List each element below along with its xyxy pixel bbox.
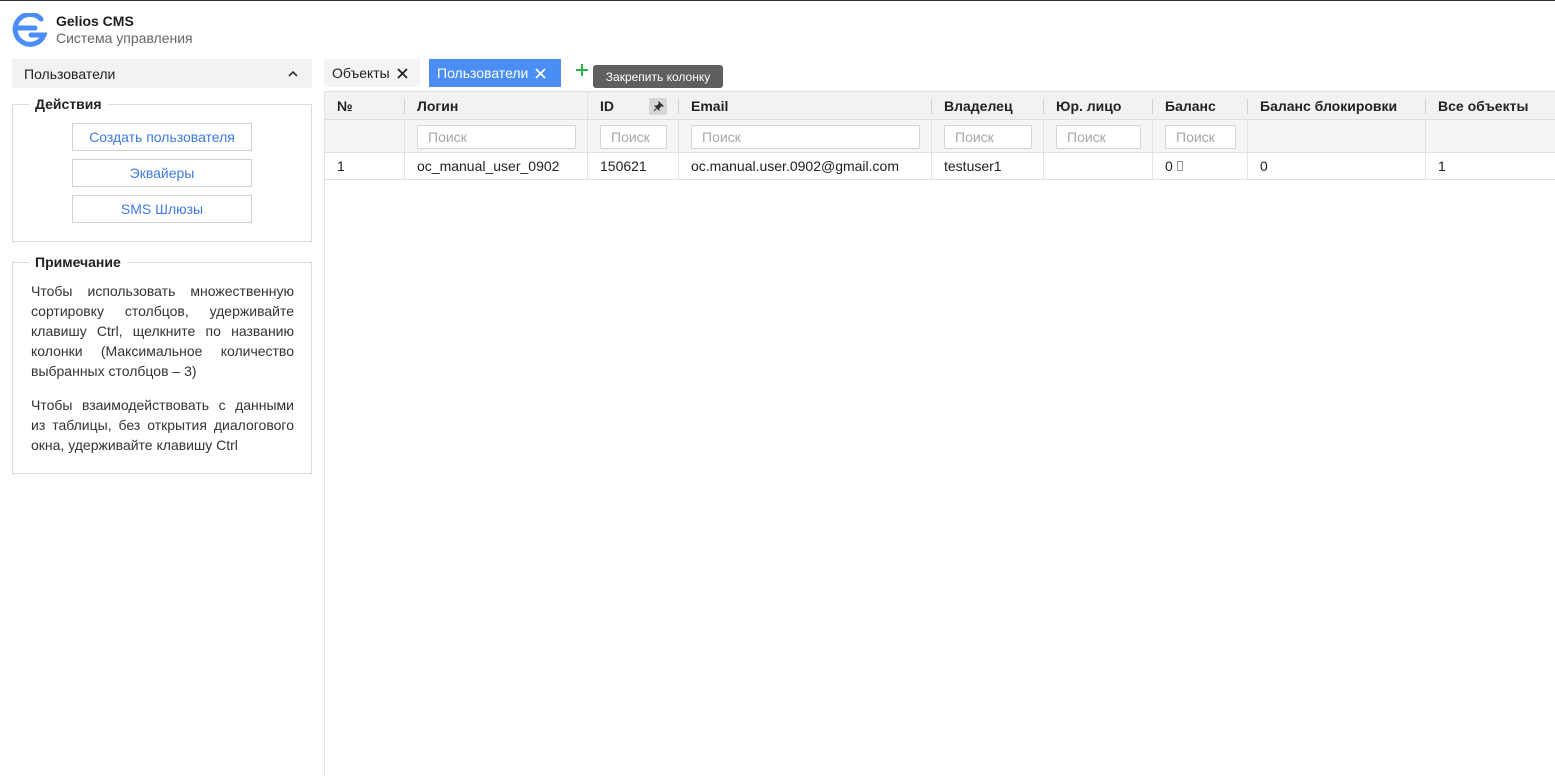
logo-icon (12, 13, 47, 47)
close-icon[interactable] (397, 67, 408, 79)
column-header-login[interactable]: Логин (405, 92, 587, 119)
column-header-balance[interactable]: Баланс (1153, 92, 1248, 119)
app-subtitle: Система управления (56, 30, 193, 46)
column-separator (1247, 120, 1248, 152)
acquirers-button[interactable]: Эквайеры (72, 159, 252, 187)
column-separator (1043, 120, 1044, 152)
table-filter-row (325, 120, 1555, 153)
plus-icon[interactable] (575, 63, 589, 77)
sidebar-section-header[interactable]: Пользователи (12, 59, 312, 88)
note-group: Примечание Чтобы использовать множествен… (12, 254, 312, 474)
balance-search-input[interactable] (1165, 125, 1236, 149)
column-header-all-objects[interactable]: Все объекты (1426, 92, 1555, 119)
note-paragraph: Чтобы взаимодействовать с данными из таб… (31, 397, 294, 453)
balance-value: 0 (1165, 158, 1173, 174)
note-paragraph: Чтобы использовать множественную сортиро… (31, 283, 294, 379)
table-header-row: № Логин ID Email Владелец Юр. лицо Балан… (325, 91, 1555, 120)
cell-legal-entity (1044, 153, 1153, 179)
content-divider (324, 91, 325, 776)
close-icon[interactable] (535, 67, 547, 79)
cell-all-objects: 1 (1438, 158, 1446, 174)
email-search-input[interactable] (691, 125, 920, 149)
note-text: Чтобы использовать множественную сортиро… (31, 281, 294, 455)
column-header-blocked-balance[interactable]: Баланс блокировки (1248, 92, 1426, 119)
login-search-input[interactable] (417, 125, 576, 149)
column-separator (1152, 120, 1153, 152)
column-header-owner[interactable]: Владелец (932, 92, 1044, 119)
pin-column-tooltip: Закрепить колонку (593, 65, 723, 88)
cell-num: 1 (337, 158, 345, 174)
column-header-num[interactable]: № (325, 92, 405, 119)
cell-id: 150621 (600, 158, 647, 174)
app-title: Gelios CMS (56, 13, 134, 29)
column-header-legal-entity[interactable]: Юр. лицо (1044, 92, 1153, 119)
window-top-border (0, 0, 1555, 1)
note-legend: Примечание (29, 254, 127, 270)
id-search-input[interactable] (600, 125, 667, 149)
cell-login: oc_manual_user_0902 (417, 158, 560, 174)
owner-search-input[interactable] (944, 125, 1032, 149)
cell-blocked-balance: 0 (1260, 158, 1268, 174)
cell-balance: 0 (1153, 153, 1248, 179)
legal-entity-search-input[interactable] (1056, 125, 1141, 149)
sms-gateways-button[interactable]: SMS Шлюзы (72, 195, 252, 223)
column-header-email[interactable]: Email (679, 92, 932, 119)
actions-legend: Действия (29, 96, 108, 112)
actions-group: Действия Создать пользователя Эквайеры S… (12, 96, 312, 242)
tab-objects[interactable]: Объекты (324, 59, 420, 87)
tab-users[interactable]: Пользователи (429, 59, 561, 87)
cell-email: oc.manual.user.0902@gmail.com (691, 158, 899, 174)
create-user-button[interactable]: Создать пользователя (72, 123, 252, 151)
tab-label: Объекты (332, 65, 390, 81)
column-separator (1425, 120, 1426, 152)
tab-label: Пользователи (437, 65, 529, 81)
column-separator (678, 120, 679, 152)
column-header-id[interactable]: ID (588, 92, 648, 119)
column-separator (587, 120, 588, 152)
pin-icon[interactable] (649, 98, 667, 115)
cell-owner: testuser1 (944, 158, 1002, 174)
column-separator (931, 120, 932, 152)
chevron-up-icon[interactable] (286, 67, 300, 81)
table-row[interactable]: 1 oc_manual_user_0902 150621 oc.manual.u… (325, 153, 1555, 180)
currency-symbol-icon (1176, 161, 1183, 171)
column-separator (404, 120, 405, 152)
sidebar-section-title: Пользователи (24, 65, 116, 82)
